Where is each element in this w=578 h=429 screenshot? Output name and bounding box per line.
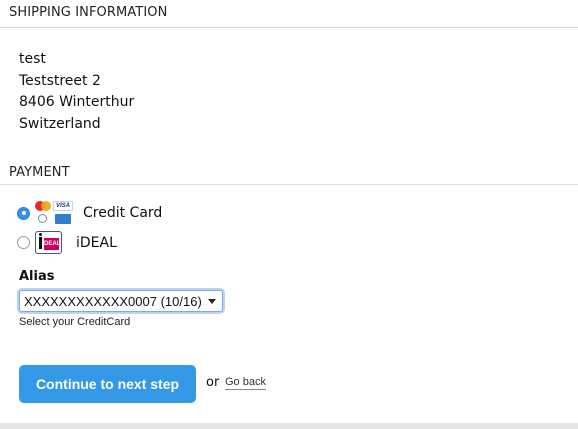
chevron-down-icon (208, 299, 216, 304)
credit-card-radio[interactable] (17, 206, 30, 220)
address-name: test (19, 51, 46, 67)
mastercard-icon (35, 201, 51, 211)
ideal-radio[interactable] (17, 236, 30, 249)
or-text: or (206, 375, 220, 390)
credit-card-logos-icon: VISA (35, 201, 75, 225)
alias-hint: Select your CreditCard (19, 316, 131, 328)
payment-option-ideal[interactable]: DEAL iDEAL (17, 231, 117, 254)
alias-select-value: XXXXXXXXXXXX0007 (10/16) (24, 293, 202, 309)
amex-icon (55, 214, 71, 224)
address-country: Switzerland (19, 115, 101, 132)
address-street: Teststreet 2 (19, 72, 101, 89)
shipping-address: test Teststreet 2 8406 Winterthur Switze… (19, 49, 134, 135)
continue-button[interactable]: Continue to next step (19, 365, 196, 403)
payment-divider (0, 184, 578, 185)
go-back-link[interactable]: Go back (225, 376, 266, 390)
alias-label: Alias (19, 269, 55, 284)
shipping-section-title: SHIPPING INFORMATION (9, 5, 168, 20)
visa-icon: VISA (53, 201, 73, 211)
bottom-bar (0, 423, 578, 429)
credit-card-label: Credit Card (83, 205, 163, 221)
address-city: 8406 Winterthur (19, 94, 135, 110)
ideal-label: iDEAL (76, 234, 117, 251)
ideal-logo-icon: DEAL (35, 231, 62, 254)
shipping-divider (0, 27, 578, 28)
diners-club-icon (38, 214, 47, 223)
payment-option-credit-card[interactable]: VISA Credit Card (17, 201, 162, 225)
payment-section-title: PAYMENT (9, 165, 70, 180)
alias-select[interactable]: XXXXXXXXXXXX0007 (10/16) (19, 290, 223, 312)
